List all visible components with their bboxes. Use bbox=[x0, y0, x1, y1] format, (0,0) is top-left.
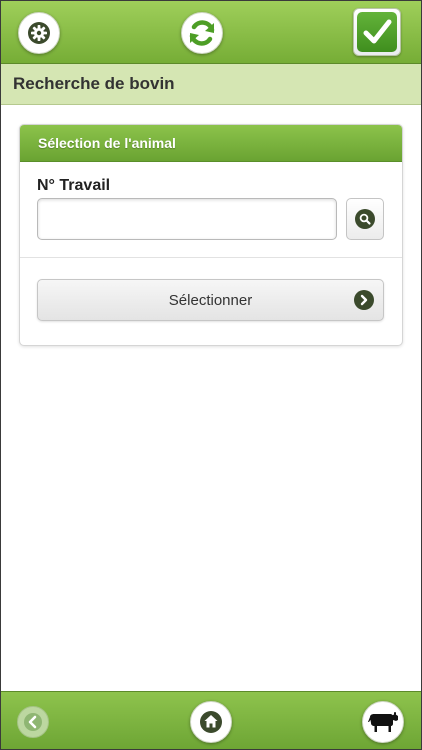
home-button[interactable] bbox=[190, 701, 232, 743]
home-icon bbox=[200, 711, 222, 733]
select-button[interactable]: Sélectionner bbox=[37, 279, 384, 321]
work-number-label: N° Travail bbox=[37, 177, 111, 194]
panel-title: Sélection de l'animal bbox=[38, 135, 176, 151]
search-icon bbox=[355, 209, 375, 229]
select-button-label: Sélectionner bbox=[168, 291, 253, 309]
sync-button[interactable] bbox=[181, 12, 223, 54]
animal-button[interactable] bbox=[362, 701, 404, 743]
validate-button[interactable] bbox=[353, 8, 401, 56]
app-frame: Recherche de bovin Sélection de l'animal… bbox=[0, 0, 422, 750]
chevron-right-icon bbox=[354, 290, 374, 310]
refresh-icon bbox=[189, 20, 215, 46]
back-button[interactable] bbox=[17, 706, 49, 738]
work-number-input[interactable] bbox=[37, 198, 337, 240]
panel-divider bbox=[20, 257, 402, 258]
page-title: Recherche de bovin bbox=[13, 74, 175, 93]
back-arrow-icon bbox=[24, 713, 42, 731]
settings-button[interactable] bbox=[18, 12, 60, 54]
top-toolbar bbox=[1, 1, 421, 64]
checkmark-icon bbox=[363, 19, 392, 44]
gear-icon bbox=[28, 22, 50, 44]
cow-icon bbox=[368, 712, 398, 732]
page-header: Recherche de bovin bbox=[1, 64, 421, 105]
bottom-toolbar bbox=[1, 691, 421, 749]
panel-header: Sélection de l'animal bbox=[20, 125, 402, 162]
validate-button-face bbox=[357, 12, 397, 52]
search-button[interactable] bbox=[346, 198, 384, 240]
animal-selection-panel: Sélection de l'animal N° Travail Sélecti… bbox=[19, 124, 403, 346]
